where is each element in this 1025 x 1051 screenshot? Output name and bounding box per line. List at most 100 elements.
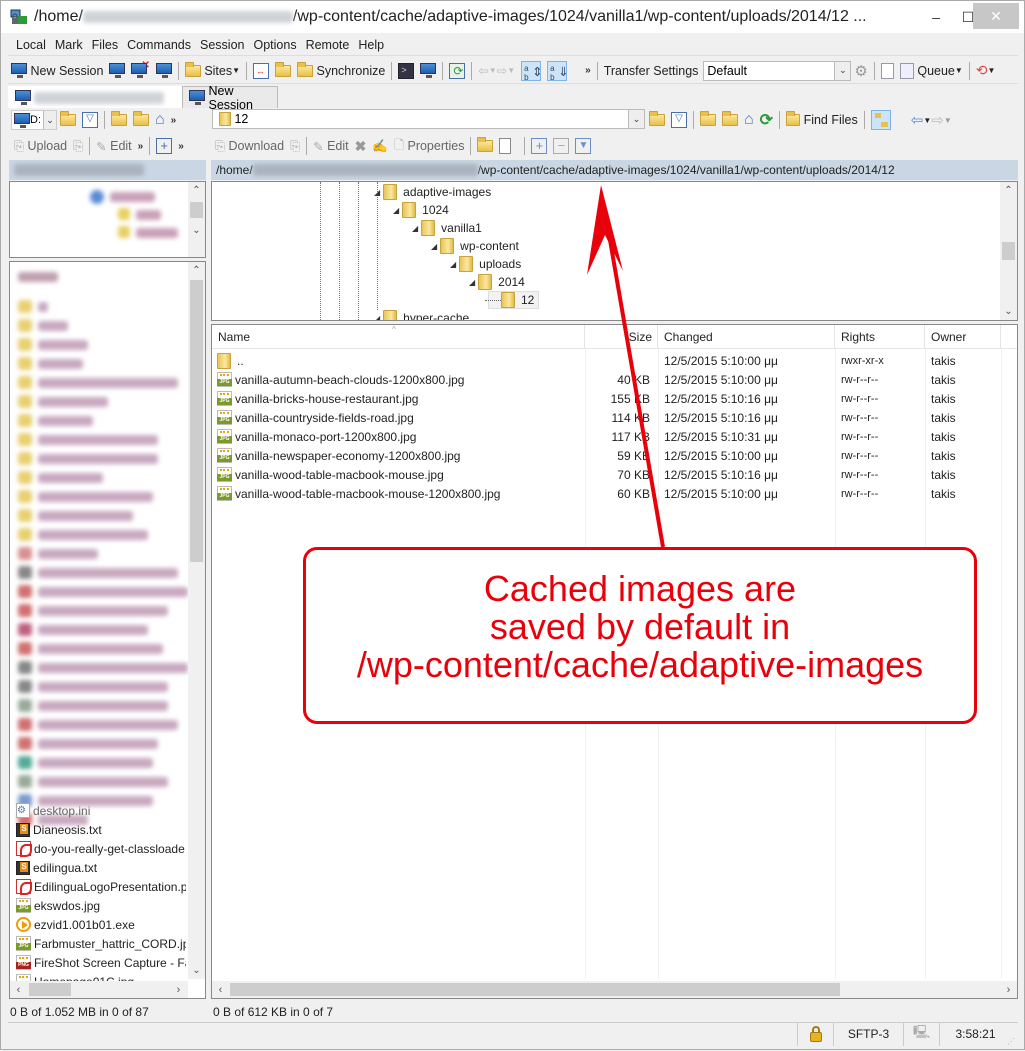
local-file-row[interactable]: FireShot Screen Capture - Fac	[16, 953, 186, 972]
tree-node-wp-content[interactable]: ◢ wp-content	[431, 237, 519, 255]
toolbar-overflow-button[interactable]: »	[582, 60, 594, 82]
column-size[interactable]: Size	[585, 325, 658, 349]
scroll-down-icon[interactable]: ⌄	[1000, 303, 1017, 320]
remote-list-hscrollbar[interactable]: ‹ ›	[212, 981, 1017, 998]
sync-status-button[interactable]: ⟲ ▼	[973, 60, 999, 82]
scroll-up-icon[interactable]: ⌃	[188, 262, 205, 279]
duplicate-session-button[interactable]	[106, 60, 128, 82]
file-row[interactable]: .. 12/5/2015 5:10:00 μμ rwxr-xr-x takis	[212, 351, 1002, 370]
local-new-button[interactable]: +	[153, 135, 175, 157]
file-row[interactable]: vanilla-monaco-port-1200x800.jpg 117 KB 12…	[212, 427, 1002, 446]
local-edit-button[interactable]: ✎ Edit	[93, 135, 135, 157]
menu-item-local[interactable]: Local	[16, 38, 46, 52]
local-file-row[interactable]: do-you-really-get-classloade	[16, 839, 186, 858]
local-open-folder-button[interactable]	[57, 109, 79, 131]
download-button[interactable]: ⎘ Download	[212, 135, 287, 157]
scroll-left-icon[interactable]: ‹	[10, 981, 27, 998]
upload-options-button[interactable]: ⎘	[70, 135, 86, 157]
properties-button[interactable]: 🗋 Properties	[391, 135, 468, 157]
tree-node-12[interactable]: 12	[485, 291, 540, 309]
menu-item-files[interactable]: Files	[92, 38, 118, 52]
disconnect-button[interactable]: ✕	[128, 60, 152, 82]
column-owner[interactable]: Owner	[925, 325, 1001, 349]
tree-node-adaptive-images[interactable]: ◢ adaptive-images	[374, 183, 491, 201]
expand-toggle-icon[interactable]: ◢	[412, 224, 418, 233]
rename-button[interactable]: ✍	[369, 135, 391, 157]
find-files-button[interactable]: Find Files	[783, 109, 861, 131]
select-files-button[interactable]: +	[528, 135, 550, 157]
remote-edit-button[interactable]: ✎ Edit	[310, 135, 352, 157]
local-file-row[interactable]: ezvid1.001b01.exe	[16, 915, 186, 934]
tab-current-session[interactable]	[8, 86, 182, 108]
back-forward-button[interactable]: ⇦ ▼ ⇨ ▼	[475, 60, 518, 82]
menu-item-remote[interactable]: Remote	[306, 38, 350, 52]
delete-button[interactable]: ✖	[352, 135, 370, 157]
scroll-down-icon[interactable]: ⌄	[188, 222, 205, 239]
sort-descending-button[interactable]: a b ⇓	[544, 60, 570, 82]
expand-toggle-icon[interactable]: ◢	[469, 278, 475, 287]
transfer-settings-dropdown[interactable]: Default ⌄	[703, 60, 852, 81]
remote-tree-scrollbar[interactable]: ⌃ ⌄	[1000, 182, 1017, 320]
scroll-left-icon[interactable]: ‹	[212, 981, 229, 998]
local-parent-dir-button[interactable]	[108, 109, 130, 131]
remote-open-folder-button[interactable]	[646, 109, 668, 131]
local-file-row[interactable]: Dianeosis.txt	[16, 820, 186, 839]
menu-item-mark[interactable]: Mark	[55, 38, 83, 52]
queue-list-button[interactable]	[878, 60, 897, 82]
tree-node-hyper-cache[interactable]: ◢ hyper-cache	[374, 309, 469, 321]
download-options-button[interactable]: ⎘	[287, 135, 303, 157]
upload-button[interactable]: ⎘ Upload	[11, 135, 70, 157]
file-row[interactable]: vanilla-newspaper-economy-1200x800.jpg 59…	[212, 446, 1002, 465]
expand-toggle-icon[interactable]: ◢	[450, 260, 456, 269]
tree-node-vanilla1[interactable]: ◢ vanilla1	[412, 219, 482, 237]
expand-toggle-icon[interactable]: ◢	[374, 314, 380, 321]
menu-item-commands[interactable]: Commands	[127, 38, 191, 52]
file-row[interactable]: vanilla-bricks-house-restaurant.jpg 155 K…	[212, 389, 1002, 408]
close-button[interactable]: ✕	[973, 3, 1019, 29]
queue-button[interactable]: Queue ▼	[897, 60, 966, 82]
local-list-hscrollbar[interactable]: ‹ ›	[10, 981, 188, 998]
local-root-dir-button[interactable]	[130, 109, 152, 131]
menu-item-options[interactable]: Options	[253, 38, 296, 52]
local-new-overflow[interactable]: »	[175, 135, 187, 157]
sort-ascending-button[interactable]: a b ⇕	[518, 60, 544, 82]
compare-directories-button[interactable]: ↔	[250, 60, 272, 82]
remote-refresh-button[interactable]: ⟳	[757, 109, 776, 131]
scroll-right-icon[interactable]: ›	[170, 981, 187, 998]
local-home-button[interactable]: ⌂	[152, 109, 168, 131]
menu-item-help[interactable]: Help	[358, 38, 384, 52]
expand-toggle-icon[interactable]: ◢	[431, 242, 437, 251]
file-row[interactable]: vanilla-autumn-beach-clouds-1200x800.jpg…	[212, 370, 1002, 389]
putty-button[interactable]	[417, 60, 439, 82]
file-row[interactable]: vanilla-wood-table-macbook-mouse.jpg 70 K…	[212, 465, 1002, 484]
refresh-button[interactable]: ⟳	[446, 60, 468, 82]
menu-item-session[interactable]: Session	[200, 38, 244, 52]
filter-files-button[interactable]: ▼	[572, 135, 594, 157]
sites-button[interactable]: Sites ▼	[182, 60, 243, 82]
unselect-files-button[interactable]: −	[550, 135, 572, 157]
remote-filter-button[interactable]: ▽	[668, 109, 690, 131]
column-rights[interactable]: Rights	[835, 325, 925, 349]
tree-node-uploads[interactable]: ◢ uploads	[450, 255, 521, 273]
tree-node-2014[interactable]: ◢ 2014	[469, 273, 525, 291]
remote-back-forward-button[interactable]: ⇦ ▼ ⇨ ▼	[908, 109, 955, 131]
column-name[interactable]: Name ^	[212, 325, 585, 349]
expand-toggle-icon[interactable]: ◢	[393, 206, 399, 215]
local-file-row[interactable]: edilingua.txt	[16, 858, 186, 877]
file-row[interactable]: vanilla-wood-table-macbook-mouse-1200x80…	[212, 484, 1002, 503]
local-filter-button[interactable]: ▽	[79, 109, 101, 131]
local-tree-scrollbar[interactable]: ⌃ ⌄	[188, 182, 205, 257]
scroll-right-icon[interactable]: ›	[1000, 981, 1017, 998]
local-file-row[interactable]: Farbmuster_hattric_CORD.jpg	[16, 934, 186, 953]
minimize-button[interactable]: –	[921, 1, 951, 33]
tree-toggle-button[interactable]	[868, 109, 894, 131]
synchronize-browsing-button[interactable]	[272, 60, 294, 82]
remote-parent-dir-button[interactable]	[697, 109, 719, 131]
remote-root-dir-button[interactable]	[719, 109, 741, 131]
local-drive-dropdown[interactable]: D: ⌄	[11, 110, 57, 130]
tab-new-session[interactable]: New Session	[182, 84, 278, 112]
save-session-button[interactable]	[153, 60, 175, 82]
remote-home-button[interactable]: ⌂	[741, 109, 757, 131]
tree-node-1024[interactable]: ◢ 1024	[393, 201, 449, 219]
local-file-row[interactable]: desktop.ini	[16, 801, 186, 820]
